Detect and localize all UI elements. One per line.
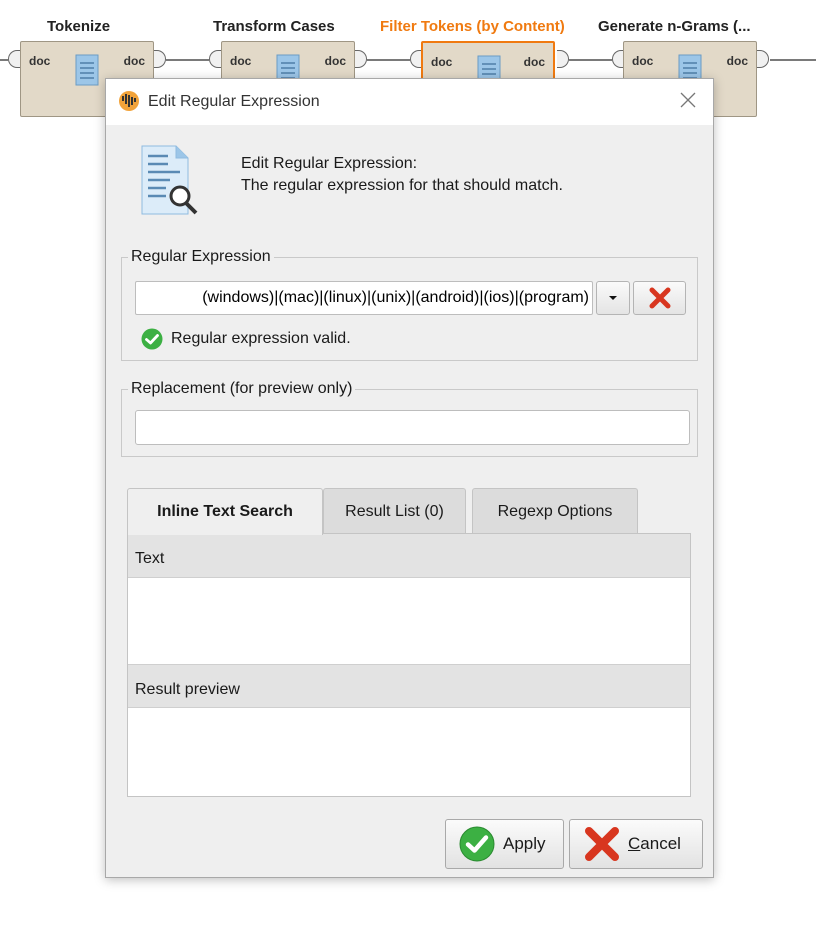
- operator-title[interactable]: Filter Tokens (by Content): [380, 18, 565, 35]
- operator-title[interactable]: Transform Cases: [213, 18, 335, 35]
- chevron-down-icon: [609, 296, 617, 300]
- validation-message: Regular expression valid.: [171, 330, 351, 347]
- regex-history-dropdown-button[interactable]: [596, 281, 630, 315]
- dialog-header-text: Edit Regular Expression: The regular exp…: [241, 153, 563, 197]
- output-port-label: doc: [123, 54, 145, 68]
- tab-inline-text-search[interactable]: Inline Text Search: [127, 488, 323, 535]
- input-port-label: doc: [632, 54, 654, 68]
- result-preview-header: Result preview: [128, 664, 690, 708]
- input-port-label: doc: [29, 54, 51, 68]
- connection-wire: [0, 59, 8, 61]
- output-port[interactable]: [757, 50, 769, 68]
- apply-button[interactable]: Apply: [445, 819, 564, 869]
- operator-title[interactable]: Tokenize: [47, 18, 110, 35]
- connection-wire: [166, 59, 209, 61]
- input-port-label: doc: [431, 55, 453, 69]
- tab-label: Regexp Options: [497, 502, 613, 520]
- cancel-label-rest: ancel: [640, 834, 681, 853]
- output-port-label: doc: [523, 55, 545, 69]
- dialog-titlebar[interactable]: Edit Regular Expression: [106, 79, 713, 125]
- text-section-header: Text: [128, 534, 690, 578]
- replacement-input[interactable]: [135, 410, 690, 445]
- cancel-button[interactable]: Cancel: [569, 819, 703, 869]
- app-logo-icon: [119, 91, 139, 111]
- output-port[interactable]: [154, 50, 166, 68]
- cancel-icon: [585, 827, 619, 861]
- output-port[interactable]: [355, 50, 367, 68]
- edit-regex-dialog: Edit Regular Expression Edit Regular Exp…: [105, 78, 714, 878]
- tab-regexp-options[interactable]: Regexp Options: [472, 488, 638, 534]
- input-port[interactable]: [8, 50, 20, 68]
- header-heading: Edit Regular Expression:: [241, 155, 418, 172]
- replacement-group-label: Replacement (for preview only): [128, 380, 356, 398]
- replacement-group: Replacement (for preview only): [121, 380, 698, 457]
- apply-button-label: Apply: [503, 834, 546, 853]
- dialog-title: Edit Regular Expression: [148, 93, 320, 110]
- regex-input[interactable]: [135, 281, 593, 315]
- output-port[interactable]: [557, 50, 569, 68]
- operator-title[interactable]: Generate n-Grams (...: [598, 18, 778, 35]
- regex-group-label: Regular Expression: [128, 248, 274, 266]
- tab-label: Inline Text Search: [157, 503, 293, 520]
- check-circle-icon: [459, 826, 495, 862]
- output-port-label: doc: [324, 54, 346, 68]
- tab-label: Result List (0): [345, 502, 444, 520]
- connection-wire: [569, 59, 612, 61]
- close-icon: [680, 92, 696, 108]
- tab-result-list[interactable]: Result List (0): [323, 488, 466, 534]
- inline-text-search-panel: Text Result preview: [127, 533, 691, 797]
- clear-regex-button[interactable]: [633, 281, 686, 315]
- validation-status: Regular expression valid.: [141, 328, 351, 350]
- cancel-button-label: Cancel: [628, 834, 681, 854]
- document-icon: [75, 54, 99, 86]
- header-description: The regular expression for that should m…: [241, 177, 563, 194]
- clear-icon: [649, 287, 670, 309]
- connection-wire: [770, 59, 816, 61]
- document-search-icon: [141, 145, 198, 215]
- regex-group: Regular Expression Regular expression va…: [121, 248, 698, 361]
- text-input-area[interactable]: [128, 578, 690, 664]
- close-button[interactable]: [677, 90, 699, 112]
- check-circle-icon: [141, 328, 163, 350]
- input-port-label: doc: [230, 54, 252, 68]
- cancel-mnemonic: C: [628, 834, 641, 853]
- connection-wire: [367, 59, 410, 61]
- output-port-label: doc: [726, 54, 748, 68]
- input-port[interactable]: [209, 50, 221, 68]
- result-preview-area: [128, 708, 690, 796]
